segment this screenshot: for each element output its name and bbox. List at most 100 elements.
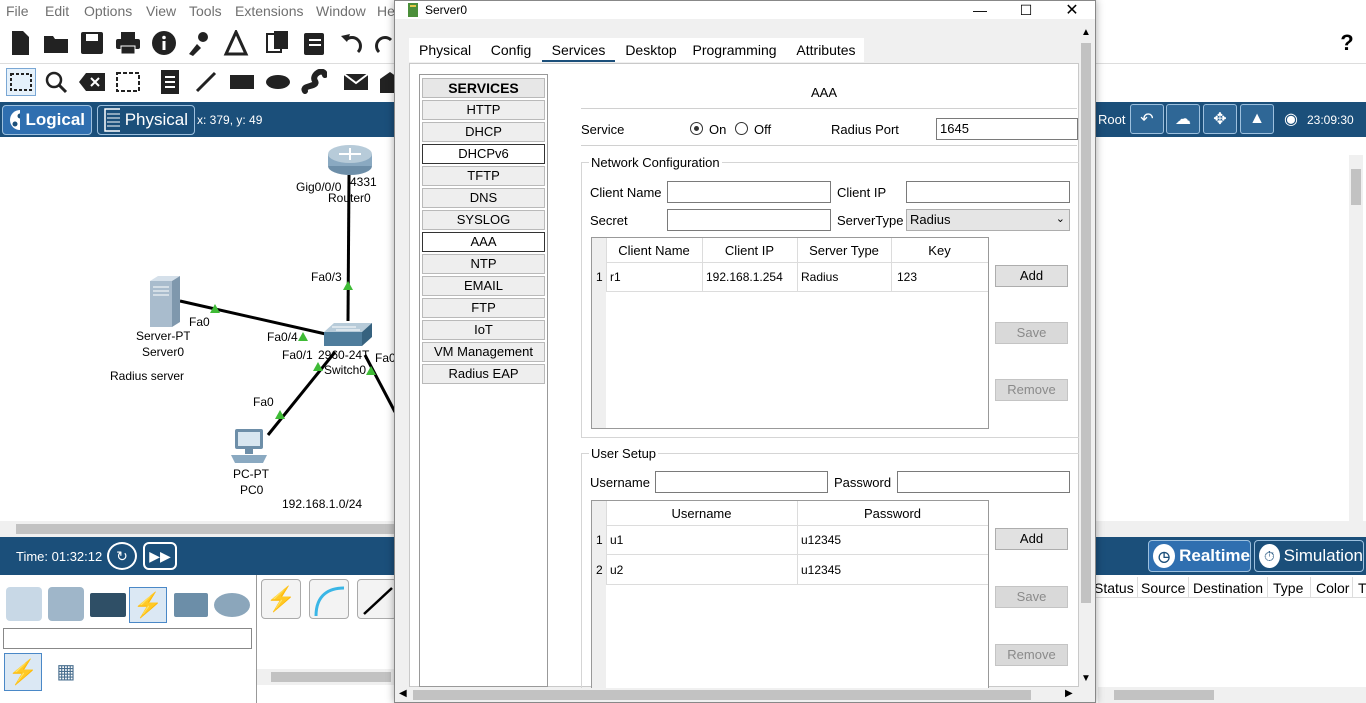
user-row-password[interactable]: u12345 xyxy=(801,563,841,577)
minimize-icon[interactable]: — xyxy=(957,1,1003,19)
simulation-mode-button[interactable]: ⏱ Simulation xyxy=(1254,540,1364,572)
auto-connect-icon[interactable]: ⚡ xyxy=(261,579,301,619)
user-row-username[interactable]: u2 xyxy=(610,563,623,577)
service-on-radio[interactable] xyxy=(690,122,703,135)
router-icon[interactable] xyxy=(327,142,373,176)
select-icon[interactable] xyxy=(6,68,36,96)
client-row-key[interactable]: 123 xyxy=(897,270,917,284)
cluster-cloud-icon[interactable]: ☁ xyxy=(1166,104,1200,134)
menu-options[interactable]: Options xyxy=(84,3,132,19)
delete-icon[interactable] xyxy=(78,68,106,96)
end-devices-icon[interactable] xyxy=(48,587,84,621)
menu-help[interactable]: He xyxy=(377,3,395,19)
grid-icon[interactable]: ▦ xyxy=(55,661,77,683)
pc-icon[interactable] xyxy=(229,427,269,467)
tab-config[interactable]: Config xyxy=(489,38,533,62)
service-item-dhcpv6[interactable]: DHCPv6 xyxy=(422,144,545,164)
service-item-dns[interactable]: DNS xyxy=(422,188,545,208)
scroll-up-icon[interactable]: ▲ xyxy=(1081,27,1091,38)
draw-ellipse-icon[interactable] xyxy=(264,68,292,96)
background-image-icon[interactable]: ▲ xyxy=(1240,104,1274,134)
open-folder-icon[interactable] xyxy=(42,29,70,57)
note-icon[interactable] xyxy=(156,68,184,96)
miscellaneous-folder-icon[interactable] xyxy=(174,593,208,617)
tab-services[interactable]: Services xyxy=(542,38,615,62)
dialog-vertical-scroll-thumb[interactable] xyxy=(1081,43,1091,603)
console-cable-icon[interactable] xyxy=(309,579,349,619)
new-file-icon[interactable] xyxy=(6,29,34,57)
network-add-button[interactable]: Add xyxy=(995,265,1068,287)
power-cycle-icon[interactable]: ↻ xyxy=(107,542,137,570)
multiuser-cloud-icon[interactable] xyxy=(214,593,250,617)
menu-edit[interactable]: Edit xyxy=(45,3,69,19)
freeform-icon[interactable] xyxy=(300,68,328,96)
realtime-mode-button[interactable]: ◷ Realtime xyxy=(1148,540,1251,572)
dialog-horizontal-scroll-thumb[interactable] xyxy=(413,690,1031,700)
tab-attributes[interactable]: Attributes xyxy=(791,38,861,62)
service-item-vm-management[interactable]: VM Management xyxy=(422,342,545,362)
draw-rectangle-icon[interactable] xyxy=(228,68,256,96)
menu-tools[interactable]: Tools xyxy=(189,3,222,19)
user-add-button[interactable]: Add xyxy=(995,528,1068,550)
menu-extensions[interactable]: Extensions xyxy=(235,3,303,19)
print-icon[interactable] xyxy=(114,29,142,57)
service-off-radio[interactable] xyxy=(735,122,748,135)
undo-icon[interactable] xyxy=(337,29,365,57)
client-row-ip[interactable]: 192.168.1.254 xyxy=(706,270,783,284)
service-item-aaa[interactable]: AAA xyxy=(422,232,545,252)
scroll-left-icon[interactable]: ◀ xyxy=(399,688,407,699)
service-item-radius-eap[interactable]: Radius EAP xyxy=(422,364,545,384)
connection-types-scrollbar[interactable] xyxy=(257,669,397,685)
menu-view[interactable]: View xyxy=(146,3,176,19)
info-icon[interactable] xyxy=(150,29,178,57)
move-object-icon[interactable]: ✥ xyxy=(1203,104,1237,134)
logical-view-button[interactable]: Logical xyxy=(2,105,92,135)
service-item-dhcp[interactable]: DHCP xyxy=(422,122,545,142)
connections-icon[interactable]: ⚡ xyxy=(129,587,167,623)
device-search-input[interactable] xyxy=(3,628,252,649)
user-row-username[interactable]: u1 xyxy=(610,533,623,547)
menu-window[interactable]: Window xyxy=(316,3,366,19)
service-item-ftp[interactable]: FTP xyxy=(422,298,545,318)
components-icon[interactable] xyxy=(90,593,126,617)
scroll-right-icon[interactable]: ▶ xyxy=(1065,688,1073,699)
tab-desktop[interactable]: Desktop xyxy=(621,38,681,62)
straight-through-cable-icon[interactable] xyxy=(357,579,397,619)
paste-icon[interactable] xyxy=(300,29,328,57)
user-row-password[interactable]: u12345 xyxy=(801,533,841,547)
maximize-icon[interactable]: ☐ xyxy=(1003,1,1049,19)
network-devices-icon[interactable] xyxy=(6,587,42,621)
service-item-ntp[interactable]: NTP xyxy=(422,254,545,274)
window-titlebar[interactable]: Server0 — ☐ ✕ xyxy=(395,1,1095,19)
menu-file[interactable]: File xyxy=(6,3,29,19)
server-icon[interactable] xyxy=(147,275,181,329)
draw-line-icon[interactable] xyxy=(192,68,220,96)
help-question-icon[interactable]: ? xyxy=(1333,29,1361,57)
search-icon[interactable] xyxy=(42,68,70,96)
save-icon[interactable] xyxy=(78,29,106,57)
resize-icon[interactable] xyxy=(114,68,142,96)
service-item-http[interactable]: HTTP xyxy=(422,100,545,120)
secret-input[interactable] xyxy=(667,209,831,231)
service-item-email[interactable]: EMAIL xyxy=(422,276,545,296)
service-item-tftp[interactable]: TFTP xyxy=(422,166,545,186)
client-row-server-type[interactable]: Radius xyxy=(801,270,838,284)
client-row-name[interactable]: r1 xyxy=(610,270,621,284)
server-type-select[interactable]: Radius ⌄ xyxy=(906,209,1070,231)
username-input[interactable] xyxy=(655,471,828,493)
viewport-globe-icon[interactable]: ◉ xyxy=(1277,104,1305,134)
scroll-down-icon[interactable]: ▼ xyxy=(1081,673,1091,684)
network-info-icon[interactable] xyxy=(186,29,214,57)
service-item-iot[interactable]: IoT xyxy=(422,320,545,340)
user-remove-button[interactable]: Remove xyxy=(995,644,1068,666)
copy-icon[interactable] xyxy=(264,29,292,57)
connection-subtype-icon[interactable]: ⚡ xyxy=(4,653,42,691)
workspace-vertical-scrollbar[interactable] xyxy=(1349,155,1363,521)
fast-forward-icon[interactable]: ▶▶ xyxy=(143,542,177,570)
password-input[interactable] xyxy=(897,471,1070,493)
tab-physical[interactable]: Physical xyxy=(419,38,471,62)
tab-programming[interactable]: Programming xyxy=(692,38,777,62)
network-save-button[interactable]: Save xyxy=(995,322,1068,344)
back-arrow-icon[interactable]: ↶ xyxy=(1130,104,1164,134)
radius-port-input[interactable]: 1645 xyxy=(936,118,1078,140)
